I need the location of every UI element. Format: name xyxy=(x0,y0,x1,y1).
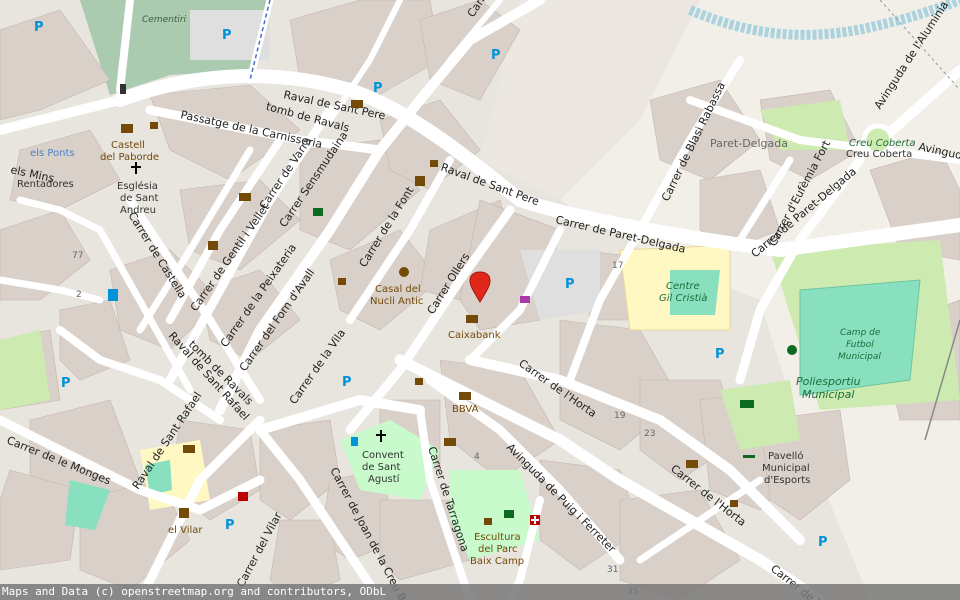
bus-stop-icon xyxy=(351,437,358,446)
label-escultura-2: del Parc xyxy=(478,544,518,555)
playground-icon xyxy=(313,208,323,216)
toilets-icon xyxy=(183,445,195,453)
label-camp-3: Municipal xyxy=(838,352,881,362)
parking-icon: P xyxy=(818,535,828,550)
parking-icon: P xyxy=(491,48,501,63)
post-office-icon xyxy=(351,100,363,108)
cafe-icon xyxy=(430,160,438,167)
parking-icon: P xyxy=(373,81,383,96)
house-number: 4 xyxy=(474,452,480,462)
playground-icon xyxy=(504,510,514,518)
label-camp-1: Camp de xyxy=(840,328,881,338)
label-poliesportiu-2: Municipal xyxy=(802,388,854,401)
parking-icon: P xyxy=(715,347,725,362)
label-esglesia-3: Andreu xyxy=(120,205,156,216)
label-camp-2: Futbol xyxy=(846,340,874,350)
label-casal-1: Casal del xyxy=(375,284,421,295)
label-cementiri: Cementiri xyxy=(142,15,187,25)
cafe-icon xyxy=(338,278,346,285)
cafe-icon xyxy=(484,518,492,525)
swimming-icon xyxy=(740,400,754,408)
label-convent-3: Agustí xyxy=(368,473,401,485)
house-number: 17 xyxy=(612,261,623,271)
label-centre-2: Gil Cristià xyxy=(659,292,707,304)
parking-icon: P xyxy=(225,518,235,533)
dog-park-icon xyxy=(787,345,797,355)
parking-icon: P xyxy=(565,277,575,292)
label-bbva: BBVA xyxy=(452,404,479,415)
map-svg: Raval de Sant Pere tomb de Ravals Passat… xyxy=(0,0,960,600)
label-convent-1: Convent xyxy=(362,450,404,461)
label-caixabank: Caixabank xyxy=(448,330,501,341)
map-attribution[interactable]: Maps and Data (c) openstreetmap.org and … xyxy=(0,584,960,600)
parking-icon: P xyxy=(34,20,44,35)
house-number: 31 xyxy=(607,565,618,575)
pharmacy-icon xyxy=(530,515,540,525)
label-creu-coberta: Creu Coberta xyxy=(846,149,912,160)
parking-icon: P xyxy=(342,375,352,390)
cafe-icon xyxy=(415,176,425,186)
label-pont: els Ponts xyxy=(30,148,75,159)
label-creu-coberta-italic: Creu Coberta xyxy=(849,138,916,149)
cafe-icon xyxy=(415,378,423,385)
label-esglesia-2: de Sant xyxy=(120,193,158,204)
label-pavello-3: d'Esports xyxy=(764,475,810,486)
theatre-icon xyxy=(399,267,409,277)
picnic-icon xyxy=(743,455,755,458)
hourglass-icon xyxy=(120,84,126,94)
label-pavello-2: Municipal xyxy=(762,463,810,474)
label-el-vilar: el Vilar xyxy=(168,525,203,536)
house-number: 19 xyxy=(614,411,626,421)
label-castell-1: Castell xyxy=(111,140,145,151)
library-icon xyxy=(179,508,189,518)
label-convent-2: de Sant xyxy=(362,462,400,473)
label-escultura-3: Baix Camp xyxy=(470,556,524,567)
bank-icon xyxy=(466,315,478,323)
house-number: 2 xyxy=(76,290,82,300)
museum-icon xyxy=(208,241,218,250)
label-rentadores: Rentadores xyxy=(17,179,74,190)
doctor-icon xyxy=(238,492,248,501)
house-number: 77 xyxy=(72,251,83,261)
castle-icon xyxy=(121,124,133,133)
label-castell-2: del Paborde xyxy=(100,152,159,163)
shop-icon xyxy=(520,296,530,303)
bank-icon xyxy=(459,392,471,400)
bank-icon xyxy=(239,193,251,201)
cafe-icon xyxy=(730,500,738,507)
label-centre-1: Centre xyxy=(666,281,700,292)
label-esglesia-1: Església xyxy=(117,180,158,192)
label-pavello-1: Pavelló xyxy=(768,450,803,462)
community-icon xyxy=(686,460,698,468)
label-casal-2: Nucli Antic xyxy=(370,296,423,307)
map-canvas[interactable]: Raval de Sant Pere tomb de Ravals Passat… xyxy=(0,0,960,600)
label-paret-delgada-area: Paret-Delgada xyxy=(710,137,788,150)
label-poliesportiu-1: Poliesportiu xyxy=(796,375,861,388)
community-icon xyxy=(444,438,456,446)
parking-icon: P xyxy=(61,376,71,391)
cafe-icon xyxy=(150,122,158,129)
house-number: 23 xyxy=(644,429,655,439)
parking-icon: P xyxy=(222,28,232,43)
label-escultura-1: Escultura xyxy=(474,532,521,543)
fuel-icon xyxy=(108,289,118,301)
